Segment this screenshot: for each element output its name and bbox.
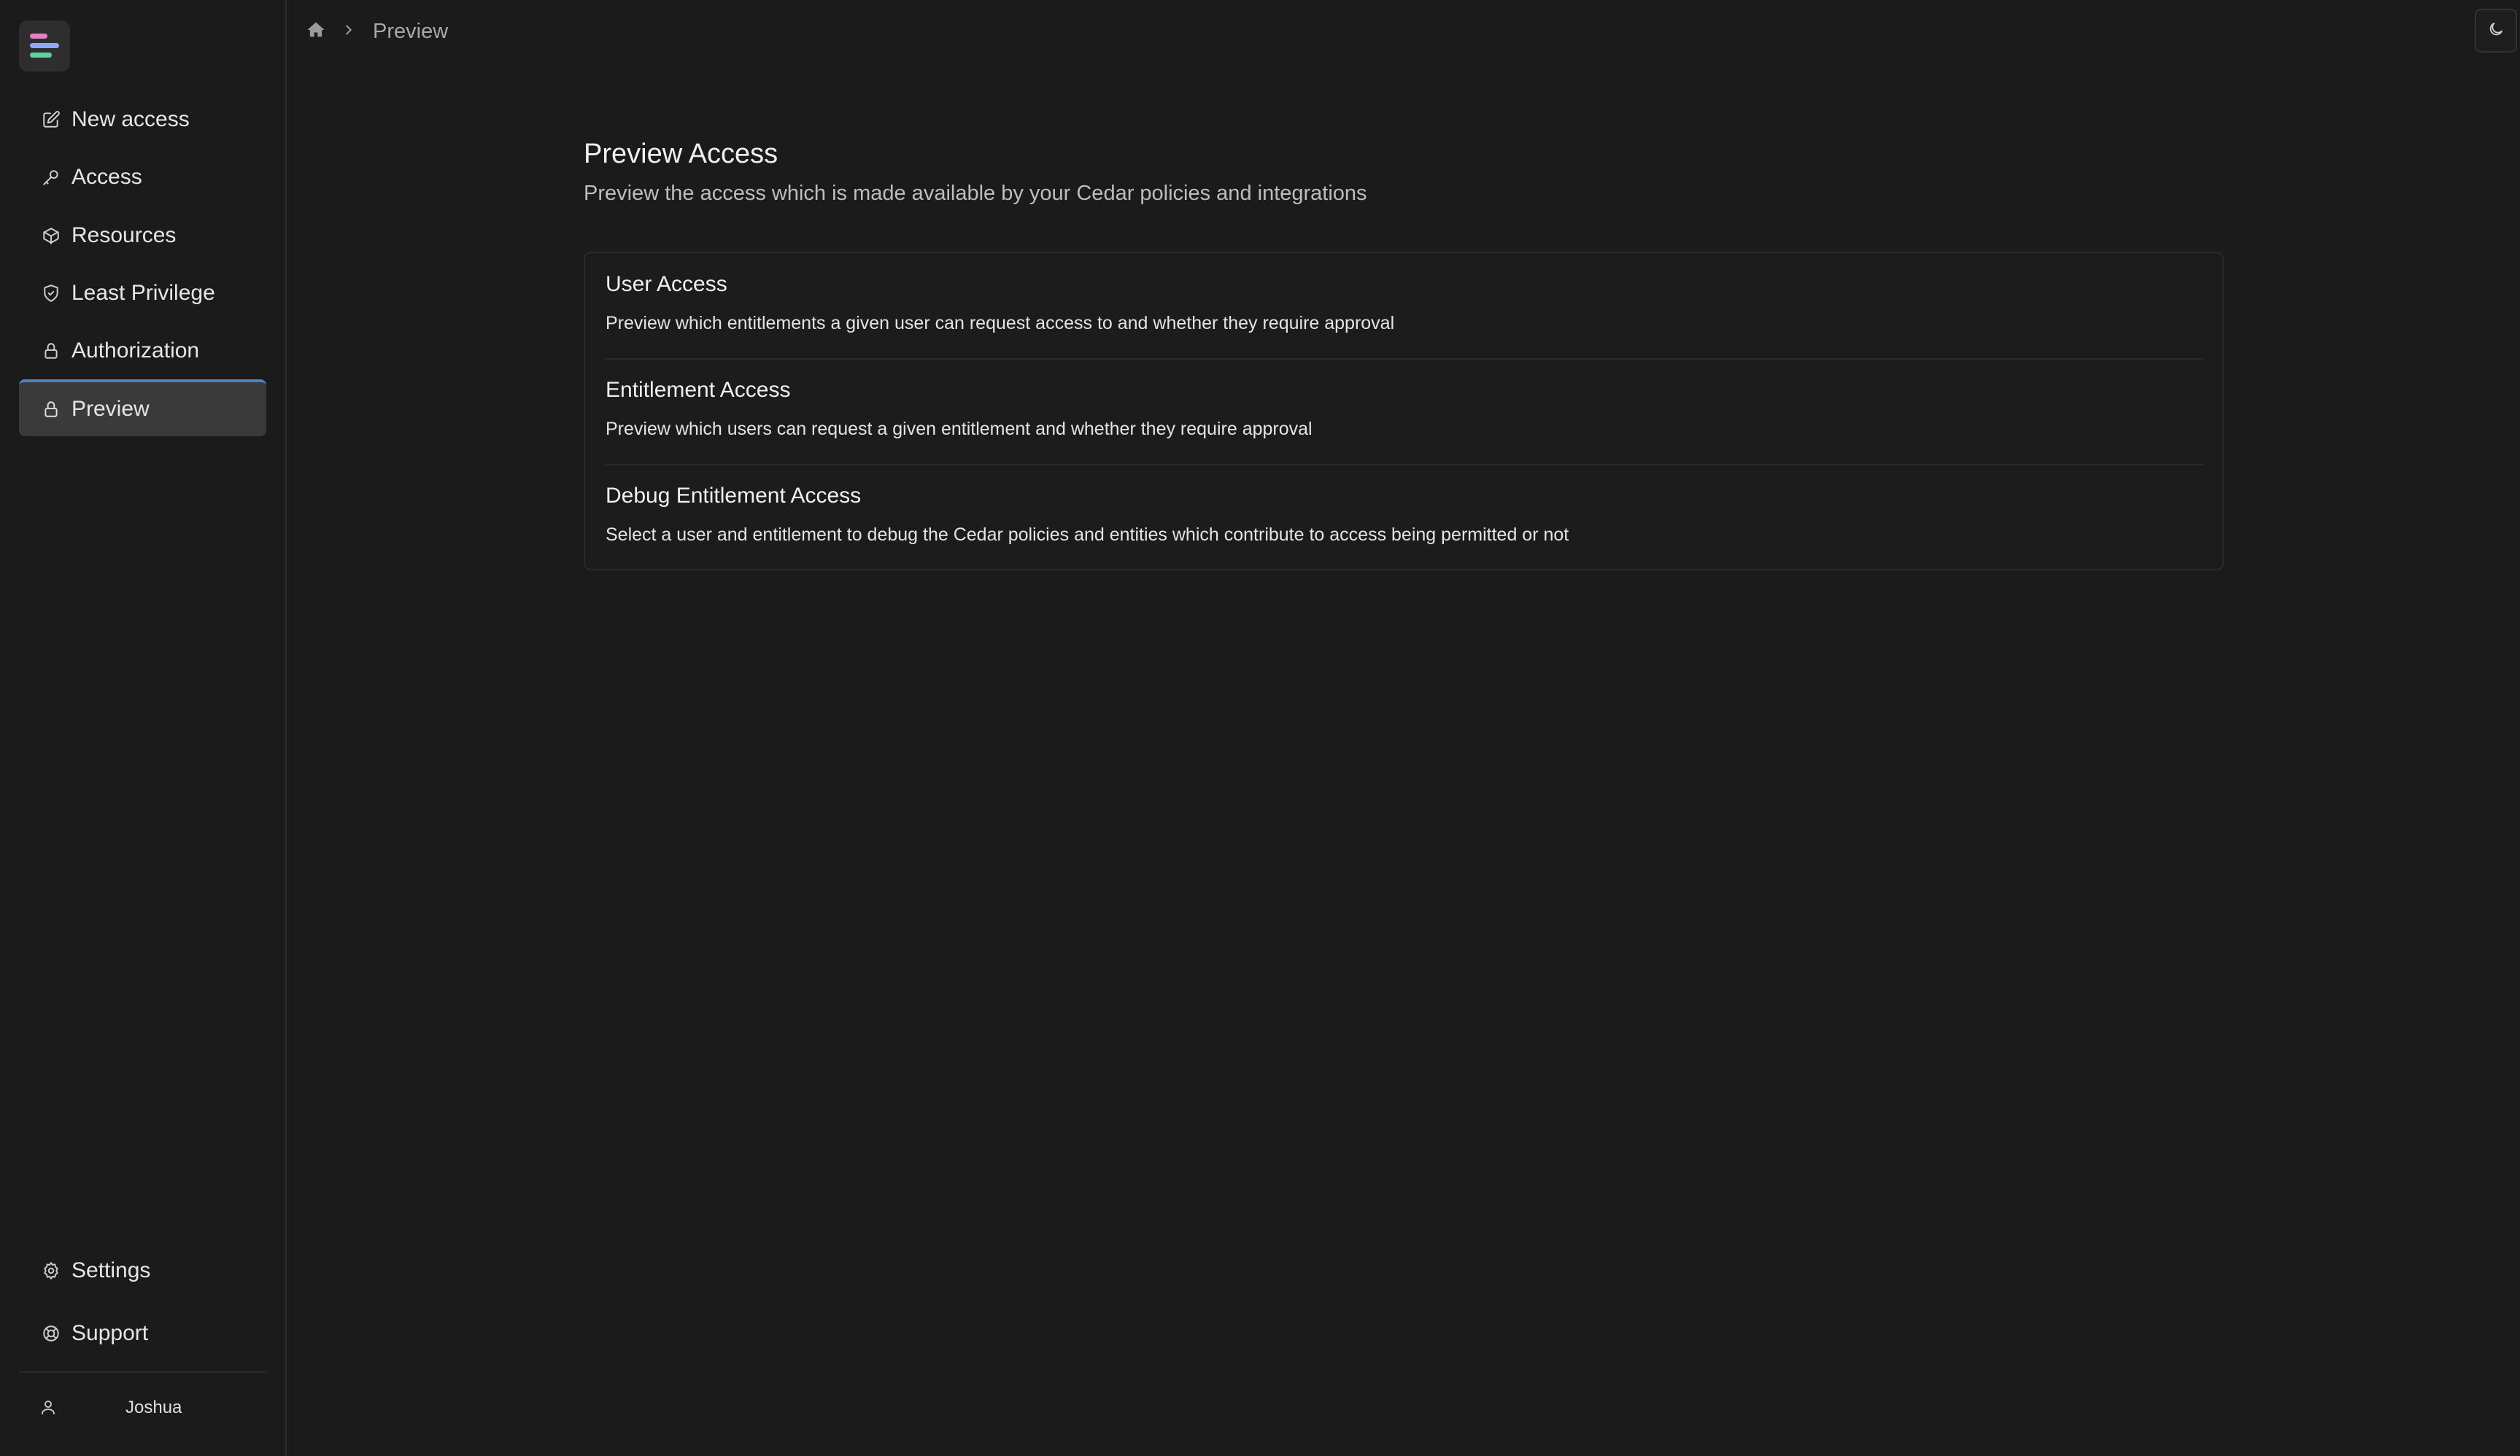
sidebar-item-label: Preview <box>71 397 150 421</box>
option-user-access[interactable]: User Access Preview which entitlements a… <box>606 272 2203 334</box>
sidebar-item-label: Resources <box>71 223 177 247</box>
page-title: Preview Access <box>584 139 778 169</box>
sidebar-item-least-privilege[interactable]: Least Privilege <box>19 266 266 321</box>
breadcrumb: Preview <box>306 16 448 47</box>
sidebar-divider <box>19 1371 266 1373</box>
lock-icon <box>39 339 63 363</box>
option-title: Debug Entitlement Access <box>606 484 862 508</box>
theme-toggle-button[interactable] <box>2475 9 2517 53</box>
cube-icon <box>39 224 63 247</box>
lock-icon <box>39 398 63 421</box>
moon-icon <box>2487 20 2505 42</box>
user-name: Joshua <box>125 1398 182 1417</box>
sidebar-item-label: Access <box>71 165 142 189</box>
option-description: Select a user and entitlement to debug t… <box>606 524 1569 545</box>
sidebar-item-preview[interactable]: Preview <box>19 379 266 436</box>
pencil-square-icon <box>39 108 63 131</box>
sidebar-item-support[interactable]: Support <box>19 1306 266 1361</box>
sidebar-item-label: Support <box>71 1321 149 1345</box>
chevron-right-icon <box>326 22 357 42</box>
user-menu[interactable]: Joshua <box>19 1382 266 1433</box>
option-title: User Access <box>606 272 727 296</box>
sidebar-item-resources[interactable]: Resources <box>19 208 266 263</box>
divider <box>606 464 2203 465</box>
sidebar-item-access[interactable]: Access <box>19 150 266 205</box>
sidebar-item-label: Authorization <box>71 338 200 363</box>
sidebar-item-label: New access <box>71 107 190 131</box>
sidebar-item-label: Least Privilege <box>71 281 215 305</box>
sidebar-item-settings[interactable]: Settings <box>19 1243 266 1298</box>
key-icon <box>39 166 63 189</box>
sidebar-item-label: Settings <box>71 1258 151 1282</box>
logo-bar <box>30 34 47 39</box>
breadcrumb-current: Preview <box>373 19 449 43</box>
app-root: New access Access Resources Least Privil… <box>0 0 2520 1456</box>
app-logo[interactable] <box>19 20 70 71</box>
preview-options-card: User Access Preview which entitlements a… <box>584 252 2224 570</box>
logo-bar <box>30 53 52 58</box>
sidebar: New access Access Resources Least Privil… <box>0 0 287 1456</box>
home-icon[interactable] <box>306 20 326 44</box>
option-description: Preview which users can request a given … <box>606 419 1313 439</box>
user-icon <box>39 1398 58 1417</box>
gear-icon <box>39 1259 63 1282</box>
top-bar: Preview <box>287 0 2520 66</box>
sidebar-item-authorization[interactable]: Authorization <box>19 323 266 379</box>
option-description: Preview which entitlements a given user … <box>606 313 1395 333</box>
page-subtitle: Preview the access which is made availab… <box>584 182 1367 205</box>
divider <box>606 358 2203 360</box>
lifebuoy-icon <box>39 1322 63 1345</box>
option-entitlement-access[interactable]: Entitlement Access Preview which users c… <box>606 378 2203 440</box>
sidebar-item-new-access[interactable]: New access <box>19 92 266 147</box>
option-debug-entitlement-access[interactable]: Debug Entitlement Access Select a user a… <box>606 484 2203 546</box>
shield-icon <box>39 282 63 305</box>
option-title: Entitlement Access <box>606 378 791 402</box>
logo-bar <box>30 43 59 48</box>
